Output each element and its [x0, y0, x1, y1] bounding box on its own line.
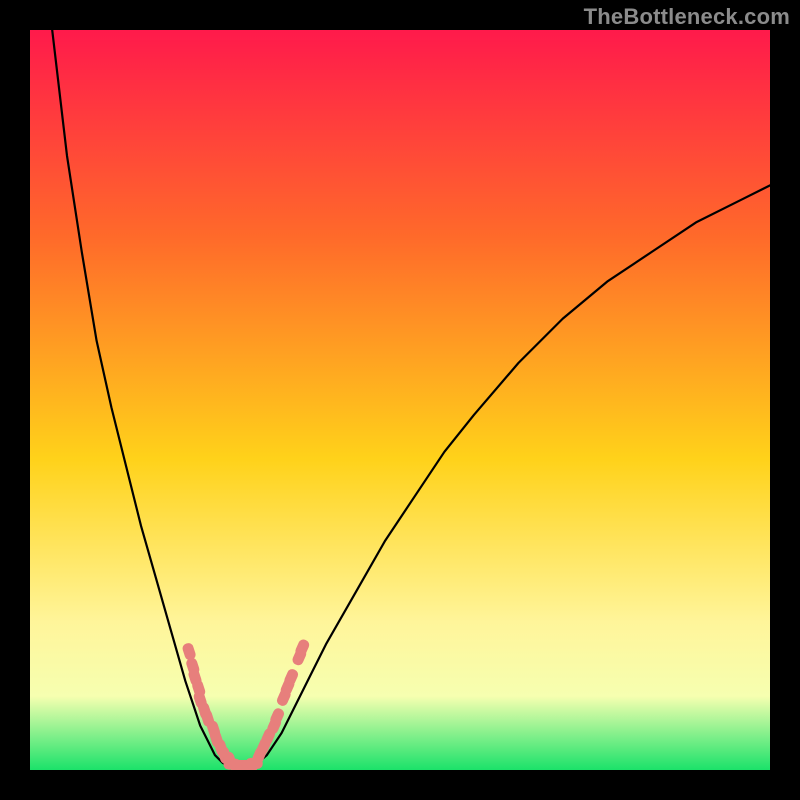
data-marker: [246, 758, 263, 769]
watermark-text: TheBottleneck.com: [584, 4, 790, 30]
plot-area: [30, 30, 770, 770]
chart-frame: TheBottleneck.com: [0, 0, 800, 800]
gradient-background: [30, 30, 770, 770]
plot-svg: [30, 30, 770, 770]
